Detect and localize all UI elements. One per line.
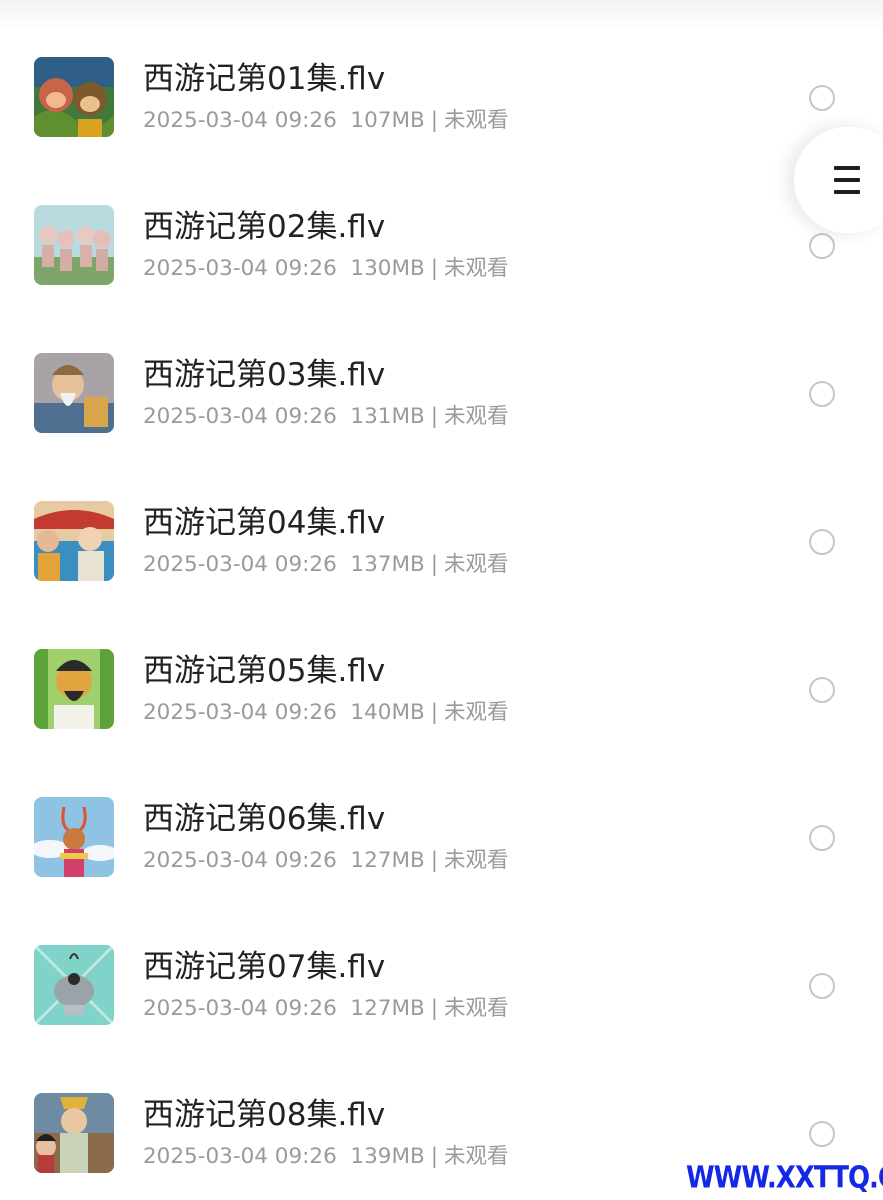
meta-separator: | bbox=[430, 848, 439, 873]
file-meta: 2025-03-04 09:26 127MB | 未观看 bbox=[143, 846, 509, 876]
file-size: 137MB bbox=[350, 552, 425, 577]
file-list-item[interactable]: 西游记第01集.flv 2025-03-04 09:26 107MB | 未观看 bbox=[0, 24, 883, 172]
watch-status: 未观看 bbox=[444, 404, 509, 429]
file-name: 西游记第06集.flv bbox=[143, 801, 386, 837]
file-meta: 2025-03-04 09:26 130MB | 未观看 bbox=[143, 254, 509, 284]
video-thumbnail bbox=[34, 57, 114, 137]
select-radio[interactable] bbox=[809, 529, 835, 555]
select-radio[interactable] bbox=[809, 85, 835, 111]
file-date: 2025-03-04 09:26 bbox=[143, 552, 337, 577]
file-list-item[interactable]: 西游记第05集.flv 2025-03-04 09:26 140MB | 未观看 bbox=[0, 616, 883, 764]
video-thumbnail bbox=[34, 353, 114, 433]
watch-status: 未观看 bbox=[444, 552, 509, 577]
file-date: 2025-03-04 09:26 bbox=[143, 996, 337, 1021]
select-radio[interactable] bbox=[809, 973, 835, 999]
file-browser-screen: 西游记第01集.flv 2025-03-04 09:26 107MB|未观看 bbox=[0, 0, 883, 1200]
file-name: 西游记第01集.flv bbox=[143, 61, 386, 97]
file-date: 2025-03-04 09:26 bbox=[143, 256, 337, 281]
file-name: 西游记第04集.flv bbox=[143, 505, 386, 541]
watermark: WWW.XXTTQ.COM bbox=[686, 1161, 883, 1196]
file-date: 2025-03-04 09:26 bbox=[143, 848, 337, 873]
video-thumbnail bbox=[34, 205, 114, 285]
meta-separator: | bbox=[430, 404, 439, 429]
file-size: 127MB bbox=[350, 848, 425, 873]
file-date: 2025-03-04 09:26 bbox=[143, 700, 337, 725]
watch-status: 未观看 bbox=[444, 256, 509, 281]
meta-separator: | bbox=[430, 1144, 439, 1169]
file-size: 131MB bbox=[350, 404, 425, 429]
video-thumbnail bbox=[34, 797, 114, 877]
watch-status: 未观看 bbox=[444, 1144, 509, 1169]
meta-separator: | bbox=[430, 700, 439, 725]
file-date: 2025-03-04 09:26 bbox=[143, 1144, 337, 1169]
video-thumbnail bbox=[34, 501, 114, 581]
watch-status: 未观看 bbox=[444, 996, 509, 1021]
file-size: 107MB bbox=[350, 108, 425, 133]
meta-separator: | bbox=[430, 552, 439, 577]
file-name: 西游记第05集.flv bbox=[143, 653, 386, 689]
select-radio[interactable] bbox=[809, 233, 835, 259]
watch-status: 未观看 bbox=[444, 700, 509, 725]
select-radio[interactable] bbox=[809, 381, 835, 407]
file-date: 2025-03-04 09:26 bbox=[143, 108, 337, 133]
file-meta: 2025-03-04 09:26 127MB | 未观看 bbox=[143, 994, 509, 1024]
file-date: 2025-03-04 09:26 bbox=[143, 404, 337, 429]
file-list-item[interactable]: 西游记第04集.flv 2025-03-04 09:26 137MB | 未观看 bbox=[0, 468, 883, 616]
meta-separator: | bbox=[430, 996, 439, 1021]
file-name: 西游记第07集.flv bbox=[143, 949, 386, 985]
file-size: 140MB bbox=[350, 700, 425, 725]
file-list: 西游记第01集.flv 2025-03-04 09:26 107MB|未观看 bbox=[0, 24, 883, 1200]
file-name: 西游记第08集.flv bbox=[143, 1097, 386, 1133]
file-size: 127MB bbox=[350, 996, 425, 1021]
watch-status: 未观看 bbox=[444, 108, 509, 133]
video-thumbnail bbox=[34, 649, 114, 729]
file-list-item[interactable]: 西游记第03集.flv 2025-03-04 09:26 131MB | 未观看 bbox=[0, 320, 883, 468]
select-radio[interactable] bbox=[809, 677, 835, 703]
file-name: 西游记第02集.flv bbox=[143, 209, 386, 245]
meta-separator: | bbox=[430, 108, 439, 133]
file-list-item[interactable]: 西游记第06集.flv 2025-03-04 09:26 127MB | 未观看 bbox=[0, 764, 883, 912]
watch-status: 未观看 bbox=[444, 848, 509, 873]
file-list-item[interactable]: 西游记第07集.flv 2025-03-04 09:26 127MB | 未观看 bbox=[0, 912, 883, 1060]
file-name: 西游记第03集.flv bbox=[143, 357, 386, 393]
file-size: 130MB bbox=[350, 256, 425, 281]
video-thumbnail bbox=[34, 945, 114, 1025]
file-size: 139MB bbox=[350, 1144, 425, 1169]
video-thumbnail bbox=[34, 1093, 114, 1173]
select-radio[interactable] bbox=[809, 1121, 835, 1147]
file-meta: 2025-03-04 09:26 139MB | 未观看 bbox=[143, 1142, 509, 1172]
hamburger-menu-icon bbox=[834, 166, 860, 194]
select-radio[interactable] bbox=[809, 825, 835, 851]
file-list-item[interactable]: 西游记第02集.flv 2025-03-04 09:26 130MB | 未观看 bbox=[0, 172, 883, 320]
file-meta: 2025-03-04 09:26 131MB | 未观看 bbox=[143, 402, 509, 432]
file-meta: 2025-03-04 09:26 140MB | 未观看 bbox=[143, 698, 509, 728]
file-meta: 2025-03-04 09:26 137MB | 未观看 bbox=[143, 550, 509, 580]
file-meta: 2025-03-04 09:26 107MB | 未观看 bbox=[143, 106, 509, 136]
meta-separator: | bbox=[430, 256, 439, 281]
